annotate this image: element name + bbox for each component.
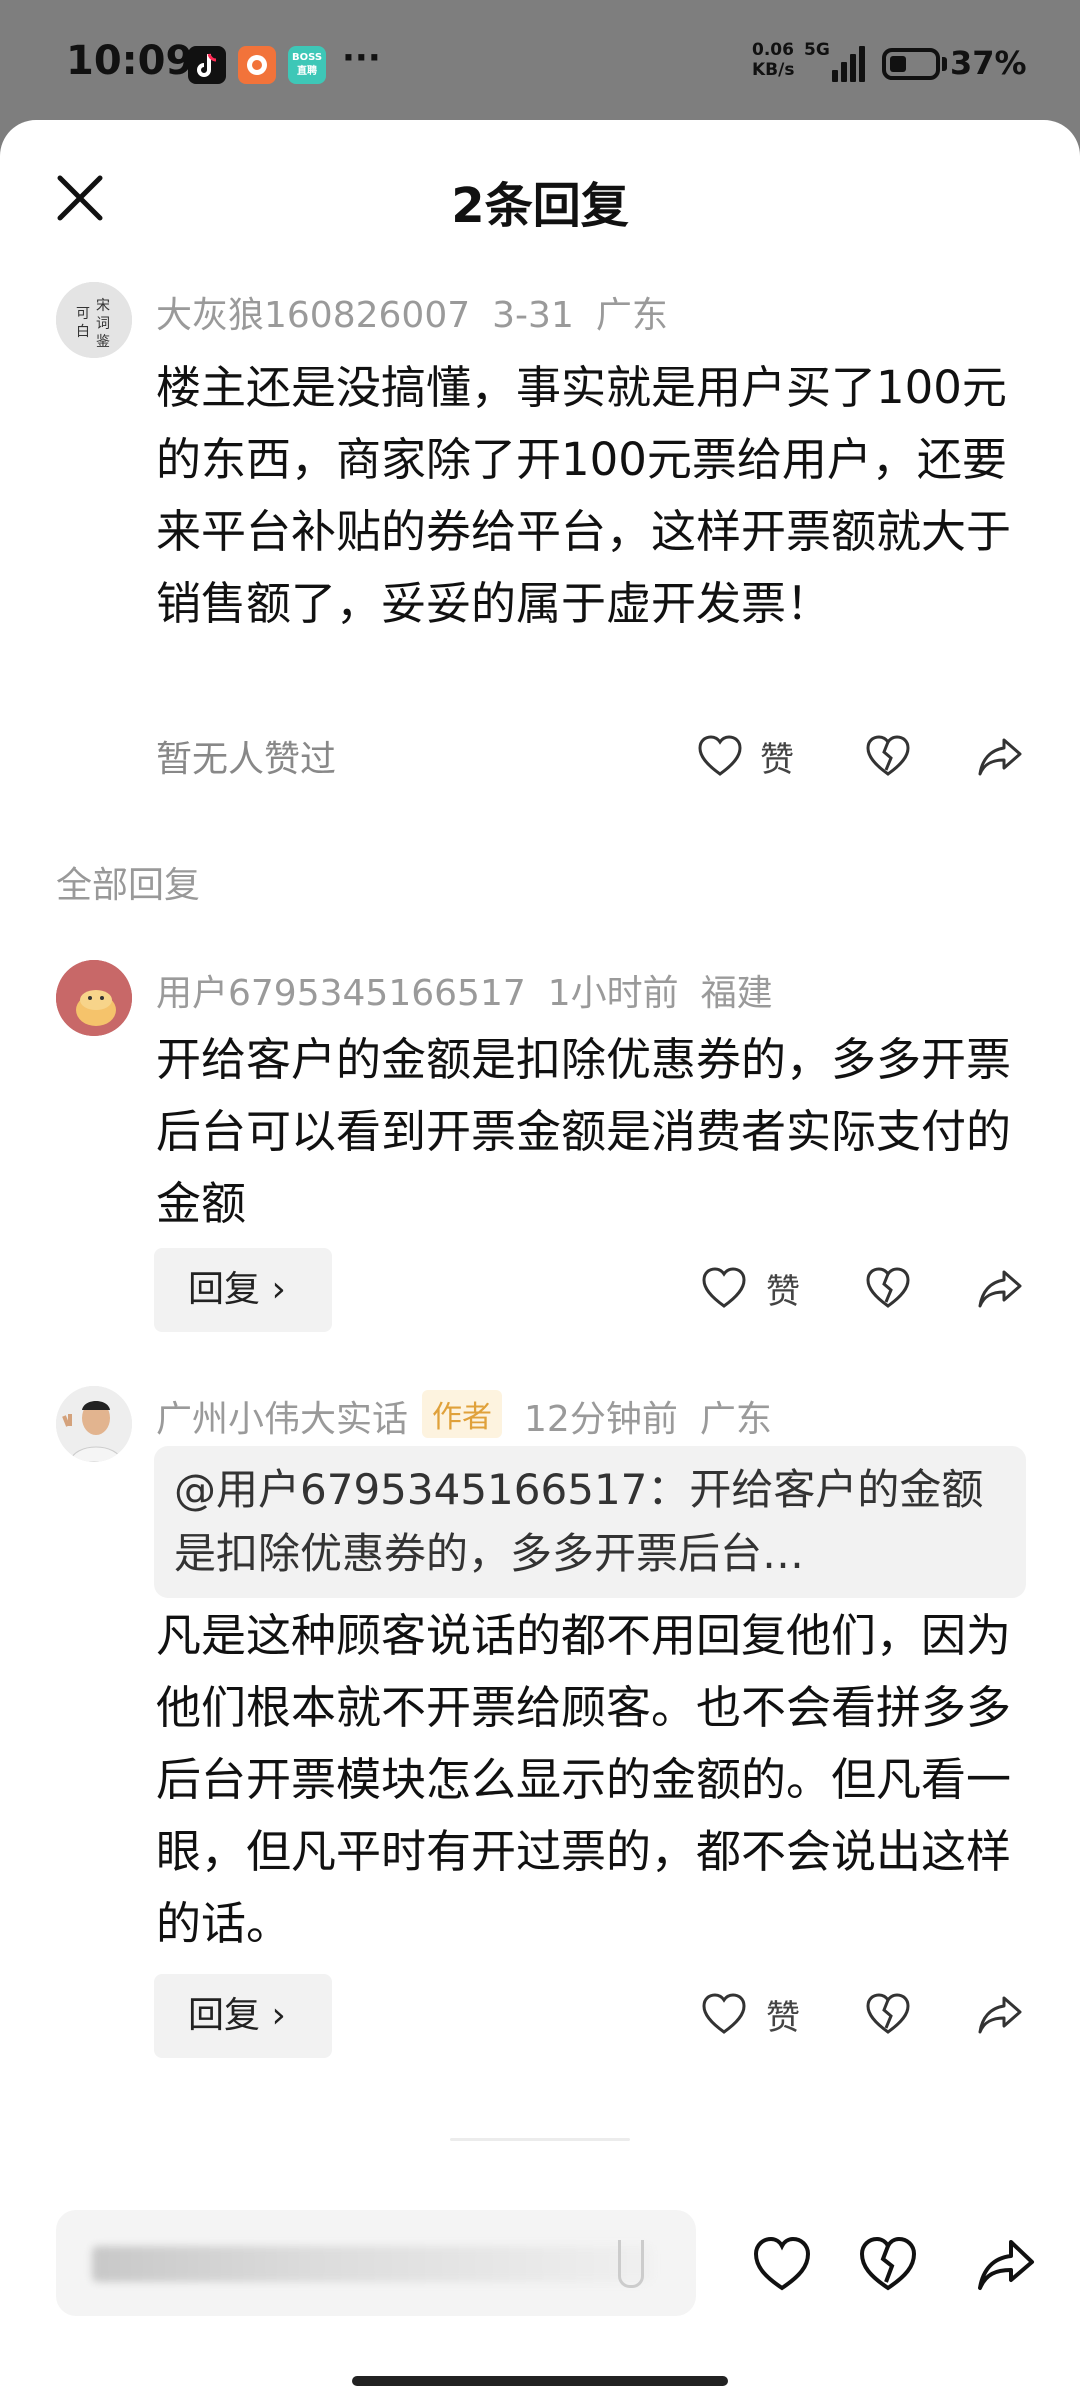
battery-percent: 37% (950, 44, 1027, 82)
dislike-heart-icon[interactable] (864, 1990, 912, 2038)
net-speed: 0.06 KB/s (752, 40, 794, 80)
dislike-heart-icon[interactable] (858, 2234, 918, 2294)
bottom-bar (0, 2190, 1080, 2400)
username[interactable]: 广州小伟大实话 (156, 1399, 408, 1440)
home-indicator[interactable] (352, 2376, 728, 2386)
like-label[interactable]: 赞 (766, 1264, 800, 1313)
reply-time: 12分钟前 (524, 1399, 678, 1440)
username[interactable]: 用户6795345166517 (156, 973, 526, 1014)
more-notifications-icon: ··· (342, 38, 381, 78)
reply-button[interactable]: 回复 › (154, 1248, 332, 1332)
replies-sheet: 2条回复 宋词鉴可白 大灰狼160826007 3-31 广东 楼主还是没搞懂，事实… (0, 120, 1080, 2400)
like-label[interactable]: 赞 (760, 732, 794, 781)
share-icon[interactable] (976, 732, 1024, 780)
reply-button[interactable]: 回复 › (154, 1974, 332, 2058)
orange-app-icon (238, 46, 276, 84)
signal-icon (832, 44, 866, 82)
net-speed-unit: KB/s (752, 60, 795, 80)
comment-meta: 大灰狼160826007 3-31 广东 (156, 286, 690, 338)
svg-text:宋: 宋 (96, 298, 110, 314)
cursor-handle-icon (618, 2240, 644, 2288)
comment-date: 3-31 (492, 295, 574, 336)
input-placeholder-blurred (92, 2246, 652, 2282)
share-icon[interactable] (976, 2234, 1036, 2294)
share-icon[interactable] (976, 1264, 1024, 1312)
battery-icon (882, 48, 940, 80)
avatar[interactable]: 宋词鉴可白 (56, 282, 132, 358)
net-speed-value: 0.06 (752, 40, 794, 60)
comment-location: 广东 (595, 295, 668, 336)
svg-text:白: 白 (76, 324, 90, 340)
svg-text:词: 词 (96, 316, 110, 332)
dislike-heart-icon[interactable] (864, 1264, 912, 1312)
like-heart-icon[interactable] (696, 732, 744, 780)
like-heart-icon[interactable] (752, 2234, 812, 2294)
sheet-title: 2条回复 (451, 178, 629, 234)
reply-input[interactable] (56, 2210, 696, 2316)
reply-meta: 用户6795345166517 1小时前 福建 (156, 964, 795, 1016)
dislike-heart-icon[interactable] (864, 732, 912, 780)
boss-zhipin-icon: BOSS直聘 (288, 46, 326, 84)
no-likes-text: 暂无人赞过 (156, 739, 337, 780)
username[interactable]: 大灰狼160826007 (156, 295, 470, 336)
battery-tip (942, 57, 947, 71)
comment-text: 楼主还是没搞懂，事实就是用户买了100元的东西，商家除了开100元票给用户，还要… (156, 361, 1012, 630)
reply-location: 广东 (699, 1399, 772, 1440)
like-label[interactable]: 赞 (766, 1990, 800, 2039)
status-time: 10:09 (66, 38, 194, 84)
reply-text: 凡是这种顾客说话的都不用回复他们，因为他们根本就不开票给顾客。也不会看拼多多后台… (156, 1609, 1012, 1950)
quoted-reply[interactable]: @用户6795345166517：开给客户的金额是扣除优惠券的，多多开票后台… (154, 1446, 1026, 1598)
avatar[interactable] (56, 960, 132, 1036)
share-icon[interactable] (976, 1990, 1024, 2038)
reply-location: 福建 (700, 973, 773, 1014)
svg-text:可: 可 (76, 307, 90, 322)
reply-text: 开给客户的金额是扣除优惠券的，多多开票后台可以看到开票金额是消费者实际支付的金额 (156, 1033, 1012, 1230)
all-replies-label: 全部回复 (56, 865, 201, 906)
reply-meta: 广州小伟大实话 作者 12分钟前 广东 (156, 1390, 794, 1442)
reply-time: 1小时前 (547, 973, 679, 1014)
status-bar: 10:09 BOSS直聘 ··· 0.06 KB/s 5G 37% (0, 0, 1080, 130)
end-divider (450, 2138, 630, 2141)
like-heart-icon[interactable] (700, 1264, 748, 1312)
avatar[interactable] (56, 1386, 132, 1462)
svg-text:鉴: 鉴 (96, 334, 110, 350)
author-badge: 作者 (422, 1390, 503, 1438)
tiktok-icon (188, 46, 226, 84)
network-type: 5G (804, 40, 830, 60)
like-heart-icon[interactable] (700, 1990, 748, 2038)
